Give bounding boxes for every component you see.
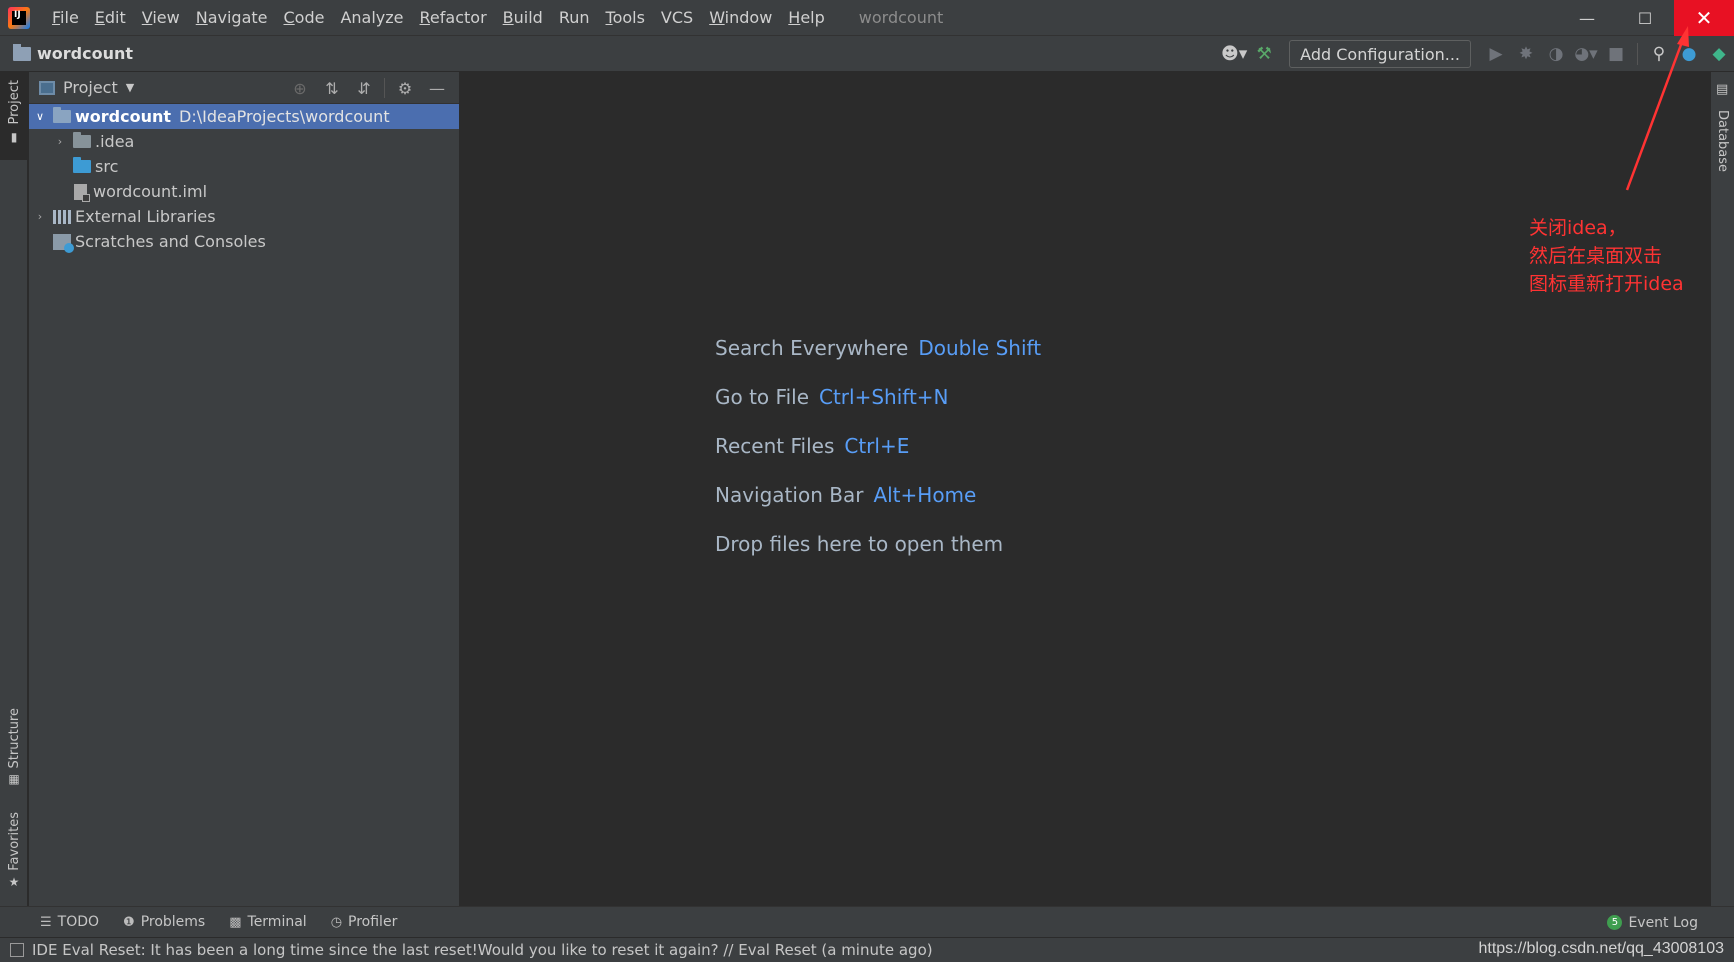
- main-menu: File Edit View Navigate Code Analyze Ref…: [44, 0, 833, 36]
- navigation-bar: wordcount ☻▾ ⚒ Add Configuration... ▶ ✸ …: [0, 36, 1734, 72]
- menu-file[interactable]: File: [44, 8, 87, 27]
- build-hammer-icon[interactable]: ⚒: [1249, 36, 1279, 72]
- project-folder-icon: [13, 43, 31, 61]
- editor-empty-state: Search Everywhere Double Shift Go to File…: [461, 72, 1710, 906]
- hint-go-to-file: Go to File Ctrl+Shift+N: [715, 385, 949, 409]
- hint-navigation-bar: Navigation Bar Alt+Home: [715, 483, 977, 507]
- hint-recent-files: Recent Files Ctrl+E: [715, 434, 910, 458]
- menu-code[interactable]: Code: [276, 8, 333, 27]
- locate-file-icon[interactable]: ⊕: [284, 72, 316, 104]
- search-icon[interactable]: ⚲: [1644, 36, 1674, 72]
- annotation-text: 关闭idea， 然后在桌面双击 图标重新打开idea: [1529, 217, 1684, 295]
- structure-icon: ▦: [8, 772, 20, 787]
- watermark-url: https://blog.csdn.net/qq_43008103: [1478, 940, 1724, 957]
- info-icon: ❶: [123, 914, 135, 930]
- structure-tool-window-button[interactable]: Structure ▦: [0, 708, 28, 798]
- event-log-button[interactable]: 5 Event Log: [1607, 907, 1698, 938]
- maximize-button[interactable]: ☐: [1616, 0, 1674, 36]
- database-tool-window-button[interactable]: ▤ Database: [1711, 78, 1734, 178]
- expand-all-icon[interactable]: ⇅: [316, 72, 348, 104]
- menu-edit[interactable]: Edit: [87, 8, 134, 27]
- hide-panel-icon[interactable]: —: [421, 72, 453, 104]
- library-icon: [53, 209, 71, 224]
- panel-separator: [384, 78, 385, 98]
- source-folder-icon: [73, 157, 91, 173]
- code-with-me-icon[interactable]: ●: [1674, 36, 1704, 72]
- folder-icon: ▮: [10, 130, 18, 145]
- tree-item-scratches[interactable]: Scratches and Consoles: [29, 229, 459, 254]
- breadcrumb-project[interactable]: wordcount: [37, 44, 133, 63]
- menu-refactor[interactable]: Refactor: [412, 8, 495, 27]
- event-count-badge: 5: [1607, 915, 1623, 930]
- debug-icon[interactable]: ✸: [1511, 36, 1541, 72]
- window-title: wordcount: [858, 8, 944, 27]
- menu-view[interactable]: View: [134, 8, 188, 27]
- terminal-tool-button[interactable]: ▩ Terminal: [217, 914, 318, 930]
- gear-icon[interactable]: ⚙: [389, 72, 421, 104]
- iml-file-icon: [74, 183, 90, 202]
- left-tool-window-stripe: Project ▮ Structure ▦ Favorites ★: [0, 72, 28, 906]
- scratches-icon: [53, 233, 74, 253]
- right-tool-window-stripe: ▤ Database: [1710, 72, 1734, 906]
- collapse-all-icon[interactable]: ⇵: [348, 72, 380, 104]
- star-icon: ★: [8, 874, 20, 889]
- chevron-right-icon[interactable]: ›: [53, 135, 67, 148]
- terminal-icon: ▩: [229, 914, 242, 930]
- profiler-tool-button[interactable]: ◷ Profiler: [319, 914, 410, 930]
- chevron-down-icon[interactable]: ▼: [126, 81, 134, 94]
- close-button[interactable]: ✕: [1674, 0, 1734, 36]
- database-icon: ▤: [1716, 82, 1729, 97]
- profile-icon[interactable]: ◕▾: [1571, 36, 1601, 72]
- problems-tool-button[interactable]: ❶ Problems: [111, 914, 217, 930]
- project-panel-actions: ⊕ ⇅ ⇵ ⚙ —: [284, 72, 453, 104]
- project-tool-window: Project ▼ ⊕ ⇅ ⇵ ⚙ — ∨ wordcount D:\IdeaP…: [29, 72, 460, 906]
- menu-analyze[interactable]: Analyze: [332, 8, 411, 27]
- menu-run[interactable]: Run: [551, 8, 598, 27]
- chevron-right-icon[interactable]: ›: [33, 210, 47, 223]
- project-view-icon: [39, 80, 55, 95]
- menu-navigate[interactable]: Navigate: [188, 8, 276, 27]
- tree-item-idea[interactable]: › .idea: [29, 129, 459, 154]
- menu-build[interactable]: Build: [495, 8, 551, 27]
- menu-help[interactable]: Help: [780, 8, 832, 27]
- favorites-tool-window-button[interactable]: Favorites ★: [0, 812, 28, 898]
- stop-icon[interactable]: ■: [1601, 36, 1631, 72]
- window-controls: — ☐ ✕: [1558, 0, 1734, 36]
- menu-vcs[interactable]: VCS: [653, 8, 701, 27]
- minimize-button[interactable]: —: [1558, 0, 1616, 36]
- profiler-icon: ◷: [330, 914, 343, 930]
- menu-window[interactable]: Window: [701, 8, 780, 27]
- menu-tools[interactable]: Tools: [598, 8, 653, 27]
- hint-search-everywhere: Search Everywhere Double Shift: [715, 336, 1042, 360]
- toolbar-separator: [1637, 43, 1638, 65]
- intellij-idea-logo-icon[interactable]: IJ: [8, 6, 30, 29]
- project-view-selector[interactable]: Project: [63, 78, 118, 97]
- tree-item-wordcount[interactable]: ∨ wordcount D:\IdeaProjects\wordcount: [29, 104, 459, 129]
- run-with-coverage-icon[interactable]: ◑: [1541, 36, 1571, 72]
- status-bar: IDE Eval Reset: It has been a long time …: [0, 937, 1734, 962]
- add-configuration-button[interactable]: Add Configuration...: [1289, 40, 1471, 68]
- folder-icon: [73, 132, 91, 148]
- main-toolbar: ☻▾ ⚒ Add Configuration... ▶ ✸ ◑ ◕▾ ■ ⚲ ●…: [1219, 36, 1734, 72]
- chevron-down-icon[interactable]: ∨: [33, 110, 47, 123]
- tree-item-wordcount-iml[interactable]: wordcount.iml: [29, 179, 459, 204]
- project-tool-window-button[interactable]: Project ▮: [0, 72, 28, 160]
- project-panel-header: Project ▼ ⊕ ⇅ ⇵ ⚙ —: [29, 72, 459, 104]
- hint-drop-files: Drop files here to open them: [715, 532, 1004, 556]
- title-bar: IJ File Edit View Navigate Code Analyze …: [0, 0, 1734, 36]
- project-tree: ∨ wordcount D:\IdeaProjects\wordcount › …: [29, 104, 459, 254]
- run-icon[interactable]: ▶: [1481, 36, 1511, 72]
- tree-item-external-libraries[interactable]: › External Libraries: [29, 204, 459, 229]
- tree-item-src[interactable]: src: [29, 154, 459, 179]
- plugin-logo-icon[interactable]: ◆: [1704, 36, 1734, 72]
- bottom-tool-window-bar: ☰ TODO ❶ Problems ▩ Terminal ◷ Profiler 5 Ev…: [0, 906, 1734, 937]
- status-message[interactable]: IDE Eval Reset: It has been a long time …: [32, 941, 933, 959]
- module-folder-icon: [53, 107, 71, 123]
- toggle-tool-windows-icon[interactable]: [10, 943, 24, 957]
- todo-tool-button[interactable]: ☰ TODO: [28, 914, 111, 930]
- user-account-icon[interactable]: ☻▾: [1219, 36, 1249, 72]
- list-icon: ☰: [40, 914, 52, 930]
